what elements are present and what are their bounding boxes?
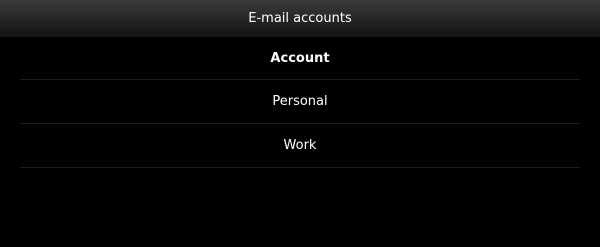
account-item-work[interactable]: Work bbox=[0, 124, 600, 168]
list-header: Account bbox=[0, 37, 600, 80]
divider bbox=[20, 167, 580, 168]
accounts-list: Account Personal Work bbox=[0, 37, 600, 168]
account-item-personal[interactable]: Personal bbox=[0, 80, 600, 124]
list-header-label: Account bbox=[270, 51, 330, 66]
email-accounts-window: E-mail accounts Account Personal Work bbox=[0, 0, 600, 247]
window-title: E-mail accounts bbox=[248, 11, 352, 26]
account-item-label: Work bbox=[283, 138, 317, 153]
account-item-label: Personal bbox=[272, 94, 328, 109]
title-bar: E-mail accounts bbox=[0, 0, 600, 37]
